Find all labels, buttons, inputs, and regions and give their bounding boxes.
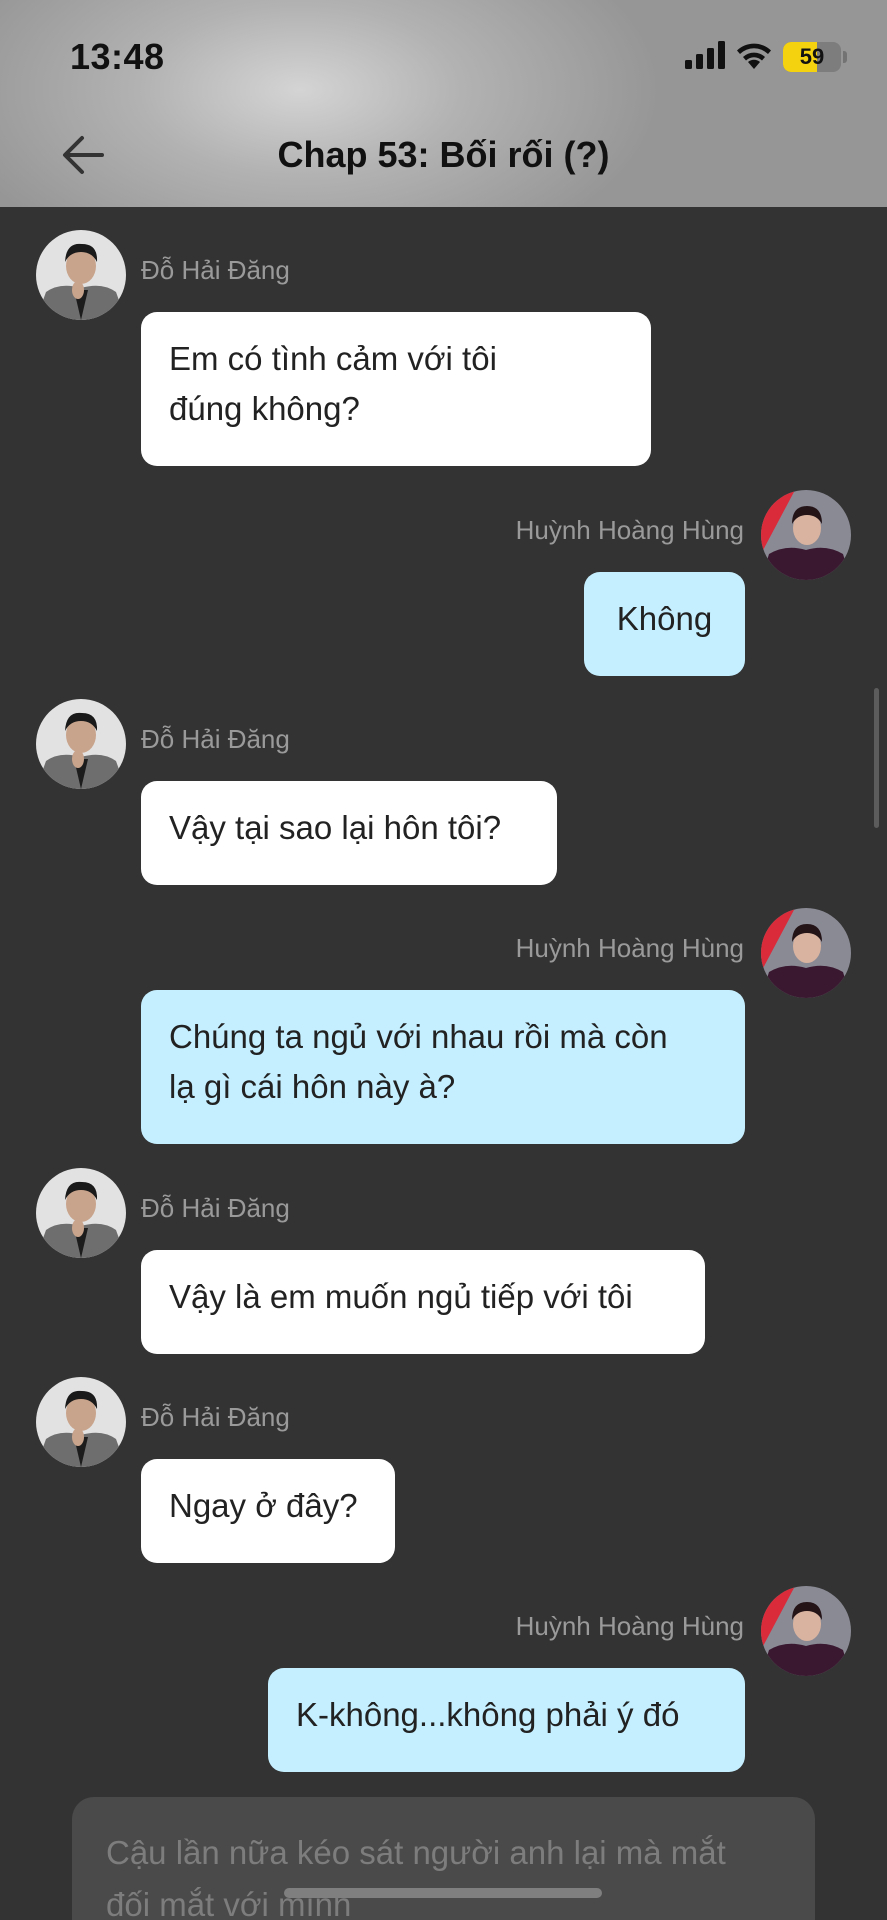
message-bubble[interactable]: Ngay ở đây? bbox=[141, 1459, 395, 1563]
message-text-line: Ngay ở đây? bbox=[169, 1487, 358, 1524]
message-text-line: đúng không? bbox=[169, 390, 360, 427]
message-bubble[interactable]: Vậy là em muốn ngủ tiếp với tôi bbox=[141, 1250, 705, 1354]
avatar[interactable] bbox=[36, 1377, 126, 1467]
message-bubble[interactable]: Chúng ta ngủ với nhau rồi mà còn lạ gì c… bbox=[141, 990, 745, 1144]
narration-box[interactable]: Cậu lần nữa kéo sát người anh lại mà mắt… bbox=[72, 1797, 815, 1920]
sender-name: Đỗ Hải Đăng bbox=[141, 724, 290, 754]
header: 13:48 59 Chap 53: Bối rối (?) bbox=[0, 0, 887, 207]
sender-name: Đỗ Hải Đăng bbox=[141, 255, 290, 285]
message-bubble[interactable]: Em có tình cảm với tôi đúng không? bbox=[141, 312, 651, 466]
message-bubble[interactable]: Vậy tại sao lại hôn tôi? bbox=[141, 781, 557, 885]
message-text-line: K-không...không phải ý đó bbox=[296, 1696, 680, 1733]
message-bubble[interactable]: Không bbox=[584, 572, 745, 676]
battery-percent: 59 bbox=[799, 44, 825, 69]
message-text-line: Em có tình cảm với tôi bbox=[169, 340, 497, 377]
home-indicator[interactable] bbox=[284, 1888, 602, 1898]
avatar[interactable] bbox=[36, 699, 126, 789]
status-time: 13:48 bbox=[70, 36, 165, 77]
page-title: Chap 53: Bối rối (?) bbox=[277, 134, 610, 175]
narration-text-line: đối mắt với mình bbox=[106, 1886, 352, 1920]
battery-indicator: 59 bbox=[783, 42, 841, 72]
message-text-line: lạ gì cái hôn này à? bbox=[169, 1068, 456, 1105]
cellular-signal-icon bbox=[685, 40, 725, 74]
avatar[interactable] bbox=[761, 490, 851, 580]
sender-name: Đỗ Hải Đăng bbox=[141, 1193, 290, 1223]
avatar[interactable] bbox=[36, 1168, 126, 1258]
message-bubble[interactable]: K-không...không phải ý đó bbox=[268, 1668, 745, 1772]
avatar[interactable] bbox=[761, 908, 851, 998]
avatar[interactable] bbox=[36, 230, 126, 320]
sender-name: Huỳnh Hoàng Hùng bbox=[515, 933, 744, 963]
sender-name: Huỳnh Hoàng Hùng bbox=[515, 1611, 744, 1641]
narration-text-line: Cậu lần nữa kéo sát người anh lại mà mắt bbox=[106, 1834, 726, 1871]
status-icons: 59 bbox=[685, 40, 847, 74]
chat-story-screen: 13:48 59 Chap 53: Bối rối (?) Đỗ Hải Đăn… bbox=[0, 0, 887, 1920]
message-text-line: Vậy tại sao lại hôn tôi? bbox=[169, 809, 502, 846]
message-text-line: Không bbox=[616, 600, 713, 637]
sender-name: Đỗ Hải Đăng bbox=[141, 1402, 290, 1432]
message-text-line: Vậy là em muốn ngủ tiếp với tôi bbox=[169, 1278, 633, 1315]
wifi-icon bbox=[735, 40, 773, 75]
avatar[interactable] bbox=[761, 1586, 851, 1676]
chat-thread[interactable]: Đỗ Hải Đăng Em có tình cảm với tôi đúng … bbox=[0, 207, 887, 1920]
message-text-line: Chúng ta ngủ với nhau rồi mà còn bbox=[169, 1018, 668, 1055]
scrollbar[interactable] bbox=[874, 688, 879, 828]
sender-name: Huỳnh Hoàng Hùng bbox=[515, 515, 744, 545]
battery-cap bbox=[843, 51, 847, 63]
